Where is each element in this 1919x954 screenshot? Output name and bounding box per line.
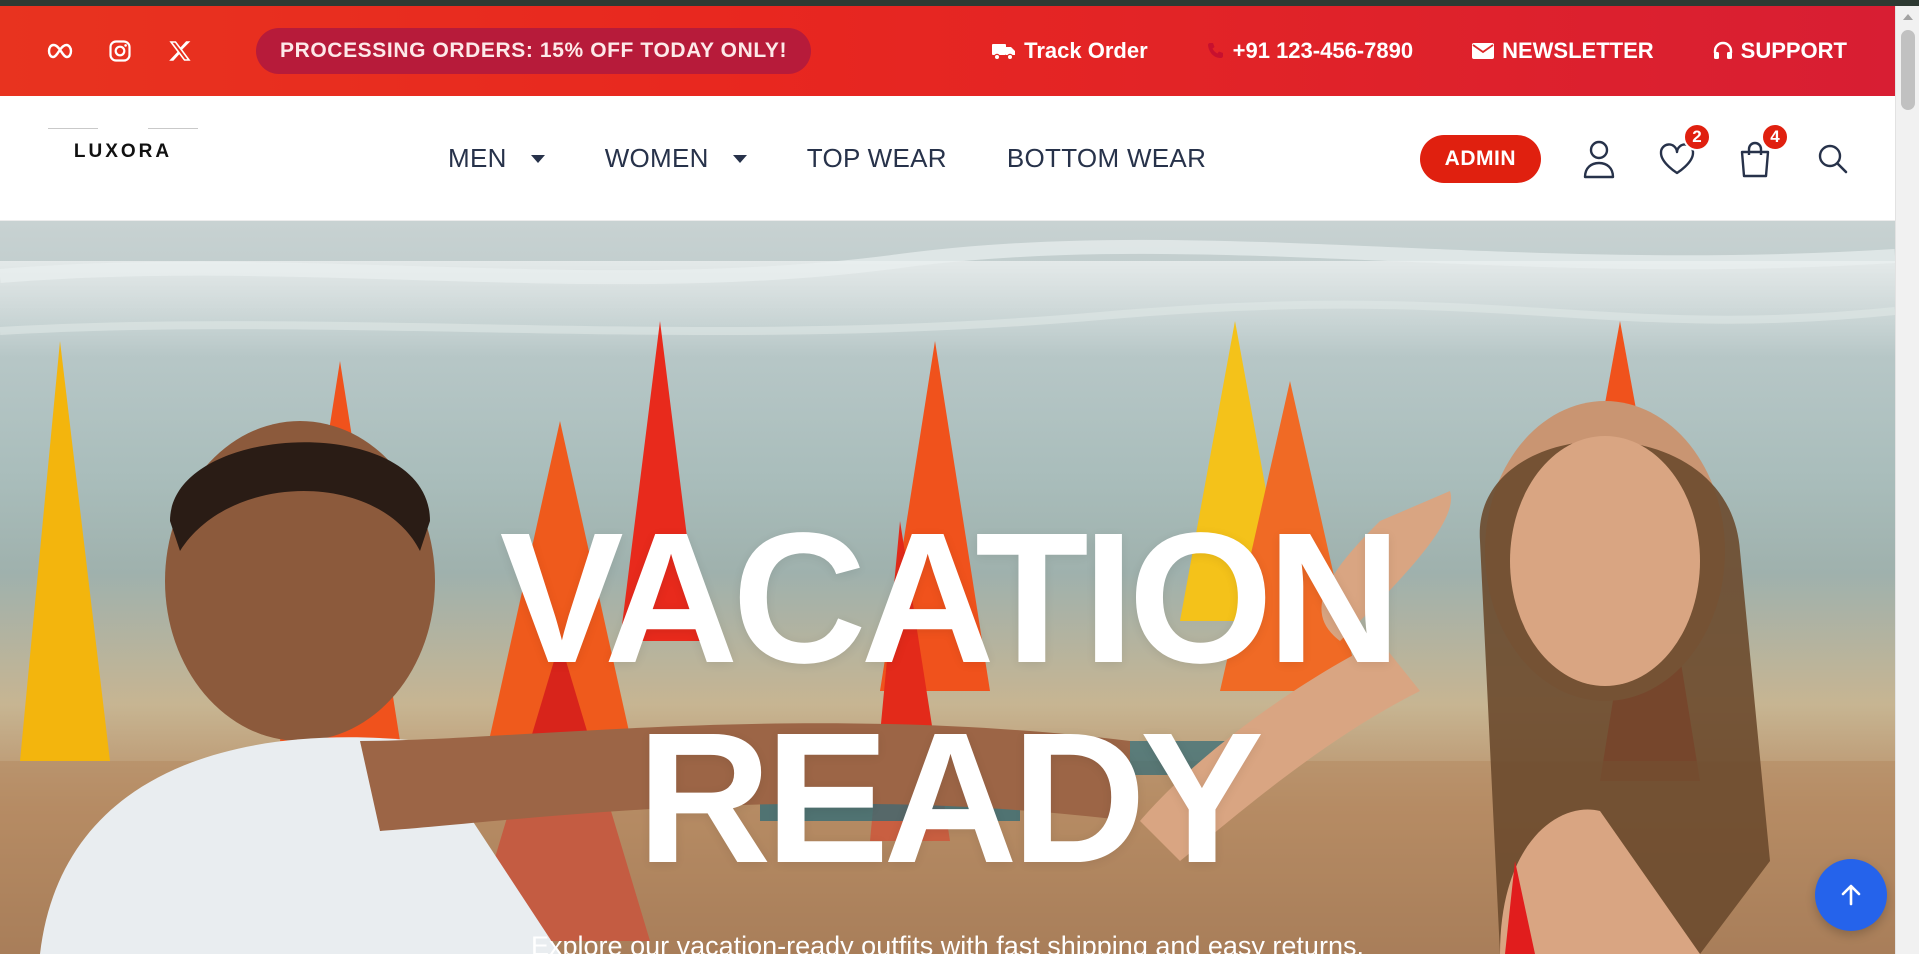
cart-count-badge: 4 [1761, 122, 1789, 151]
social-links [30, 31, 210, 71]
phone-link[interactable]: +91 123-456-7890 [1206, 38, 1413, 64]
cart-button[interactable]: 4 [1735, 122, 1789, 181]
support-label: SUPPORT [1740, 38, 1847, 63]
track-order-label: Track Order [1024, 38, 1148, 63]
nav-men[interactable]: MEN [448, 143, 545, 174]
page-scrollbar[interactable] [1895, 6, 1919, 954]
wishlist-button[interactable]: 2 [1657, 122, 1711, 181]
logo-line-right [148, 128, 198, 129]
site-header: LUXORA MEN WOMEN TOP WEAR BOTTOM WEAR AD… [0, 96, 1895, 221]
logo-line-left [48, 128, 98, 129]
arrow-up-icon [1841, 884, 1861, 906]
nav-bottom-wear-label: BOTTOM WEAR [1006, 143, 1207, 173]
main-nav: MEN WOMEN TOP WEAR BOTTOM WEAR [448, 96, 1206, 221]
support-link[interactable]: SUPPORT [1712, 38, 1847, 64]
hero-title-line1: VACATION [499, 495, 1402, 702]
wishlist-count-badge: 2 [1683, 122, 1711, 151]
admin-button[interactable]: ADMIN [1419, 134, 1541, 183]
hero-title-line2: READY [636, 695, 1264, 902]
nav-women[interactable]: WOMEN [605, 143, 747, 174]
newsletter-link[interactable]: NEWSLETTER [1471, 38, 1654, 64]
user-icon[interactable] [1579, 137, 1619, 181]
nav-bottom-wear[interactable]: BOTTOM WEAR [1007, 143, 1206, 174]
newsletter-label: NEWSLETTER [1502, 38, 1654, 63]
logo-text: LUXORA [73, 141, 173, 162]
x-icon[interactable] [150, 31, 210, 71]
nav-men-label: MEN [448, 143, 507, 173]
headset-icon [1712, 40, 1734, 62]
scrollbar-up-arrow[interactable] [1903, 14, 1913, 20]
search-icon[interactable] [1813, 137, 1853, 181]
phone-icon [1206, 41, 1226, 61]
truck-icon [991, 41, 1017, 61]
nav-top-wear-label: TOP WEAR [806, 143, 947, 173]
nav-top-wear[interactable]: TOP WEAR [807, 143, 947, 174]
track-order-link[interactable]: Track Order [991, 38, 1148, 64]
hero-subtitle: Explore our vacation-ready outfits with … [531, 931, 1364, 954]
scrollbar-thumb[interactable] [1901, 30, 1915, 110]
logo[interactable]: LUXORA [48, 128, 198, 172]
nav-women-label: WOMEN [604, 143, 709, 173]
envelope-icon [1471, 42, 1495, 60]
phone-label: +91 123-456-7890 [1232, 38, 1414, 63]
top-promo-bar: PROCESSING ORDERS: 15% OFF TODAY ONLY! T… [0, 6, 1895, 96]
instagram-icon[interactable] [90, 31, 150, 71]
top-links: Track Order +91 123-456-7890 NEWSLETTER … [991, 38, 1865, 64]
meta-icon[interactable] [30, 31, 90, 71]
chevron-down-icon [530, 154, 545, 163]
scroll-to-top-button[interactable] [1815, 859, 1887, 931]
chevron-down-icon [732, 154, 747, 163]
promo-banner: PROCESSING ORDERS: 15% OFF TODAY ONLY! [256, 28, 812, 74]
hero-banner: VACATION READY Explore our vacation-read… [0, 221, 1895, 954]
header-actions: ADMIN 2 4 [1419, 96, 1853, 221]
